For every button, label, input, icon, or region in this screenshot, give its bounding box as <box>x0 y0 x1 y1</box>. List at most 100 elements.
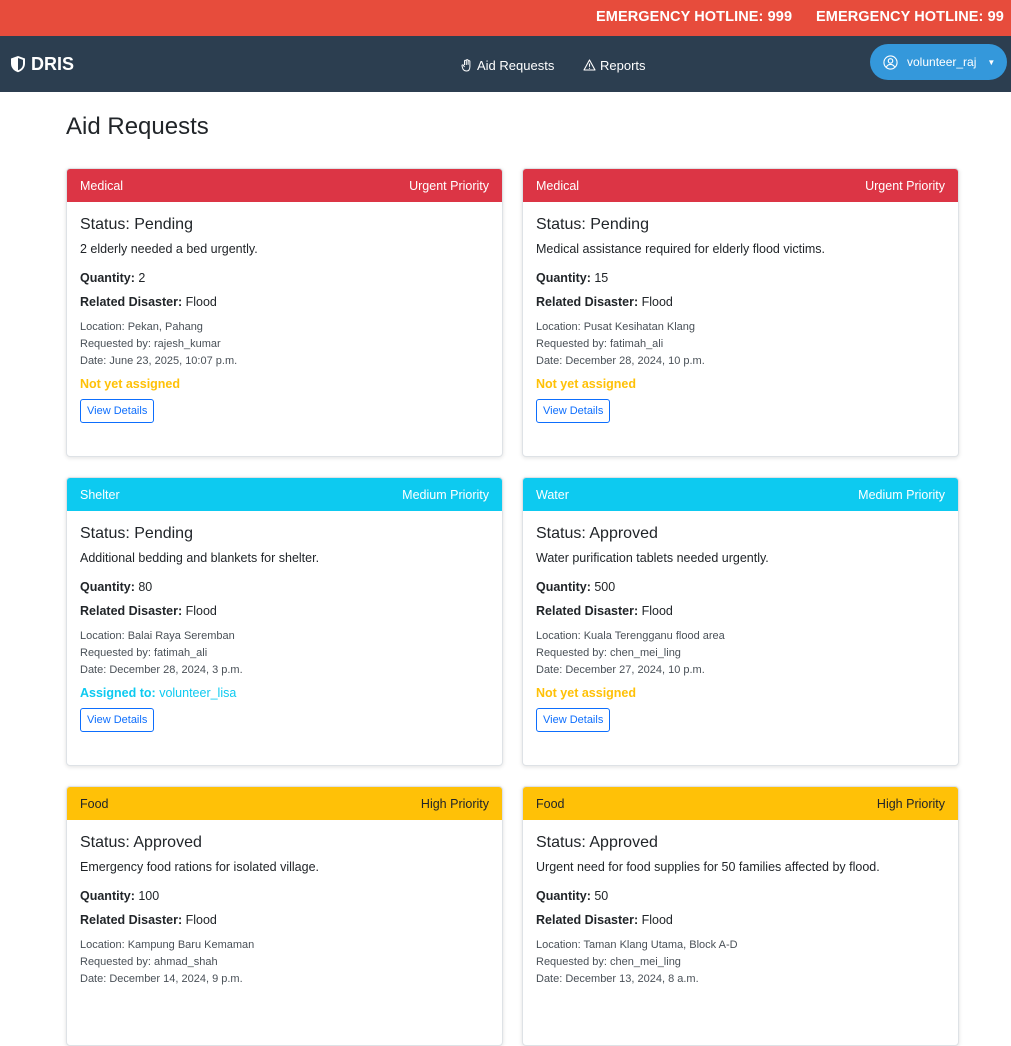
assignment-label: Not yet assigned <box>536 686 637 700</box>
disaster-label: Related Disaster: <box>536 604 642 618</box>
card-header: Food High Priority <box>67 787 502 820</box>
request-type: Shelter <box>80 487 120 502</box>
card-body: Status: Pending 2 elderly needed a bed u… <box>67 202 502 456</box>
quantity-value: 50 <box>594 889 609 903</box>
request-status: Status: Approved <box>536 525 658 542</box>
disaster-label: Related Disaster: <box>536 913 642 927</box>
request-requester: Requested by: fatimah_ali <box>536 338 664 350</box>
request-description: Water purification tablets needed urgent… <box>536 551 769 565</box>
priority-badge: High Priority <box>420 796 489 811</box>
request-location: Location: Balai Raya Seremban <box>80 630 235 642</box>
request-description: Additional bedding and blankets for shel… <box>80 551 320 565</box>
quantity-value: 500 <box>594 580 616 594</box>
request-location: Location: Pekan, Pahang <box>80 321 203 333</box>
aid-request-card: Medical Urgent Priority Status: Pending … <box>522 168 959 457</box>
quantity-value: 15 <box>594 271 609 285</box>
assignment-status: Assigned to: volunteer_lisa <box>80 686 489 700</box>
card-header: Shelter Medium Priority <box>67 478 502 511</box>
view-details-button[interactable]: View Details <box>536 708 611 732</box>
disaster-value: Flood <box>185 295 217 309</box>
request-status: Status: Pending <box>536 216 649 233</box>
card-header: Water Medium Priority <box>523 478 958 511</box>
priority-badge: High Priority <box>876 796 945 811</box>
aid-request-card: Food High Priority Status: Approved Emer… <box>66 786 503 1046</box>
caret-down-icon: ▼ <box>987 57 996 67</box>
priority-badge: Medium Priority <box>858 487 945 502</box>
card-header: Medical Urgent Priority <box>67 169 502 202</box>
username-label: volunteer_raj <box>907 55 977 69</box>
ticker-text-repeat: EMERGENCY HOTLINE: 99 <box>816 9 1004 25</box>
nav-reports-label: Reports <box>600 57 646 73</box>
quantity-row: Quantity: 2 <box>80 271 489 285</box>
disaster-label: Related Disaster: <box>536 295 642 309</box>
request-type: Food <box>536 796 565 811</box>
card-body: Status: Approved Water purification tabl… <box>523 511 958 765</box>
warning-icon <box>583 59 600 71</box>
disaster-row: Related Disaster: Flood <box>80 913 489 927</box>
page-title: Aid Requests <box>66 113 209 140</box>
disaster-value: Flood <box>641 913 673 927</box>
request-type: Water <box>536 487 569 502</box>
view-details-button[interactable]: View Details <box>536 399 611 423</box>
nav-aid-requests-label: Aid Requests <box>477 57 555 73</box>
disaster-value: Flood <box>185 604 217 618</box>
request-type: Medical <box>80 178 124 193</box>
quantity-row: Quantity: 50 <box>536 889 945 903</box>
quantity-label: Quantity: <box>536 580 595 594</box>
disaster-value: Flood <box>641 295 673 309</box>
request-status: Status: Pending <box>80 216 193 233</box>
view-details-button[interactable]: View Details <box>80 399 155 423</box>
shield-icon <box>10 55 31 73</box>
disaster-label: Related Disaster: <box>80 913 186 927</box>
assignee-name: volunteer_lisa <box>159 686 237 700</box>
quantity-label: Quantity: <box>536 271 595 285</box>
request-requester: Requested by: chen_mei_ling <box>536 647 681 659</box>
request-status: Status: Approved <box>536 834 658 851</box>
request-date: Date: December 27, 2024, 10 p.m. <box>536 664 705 676</box>
request-status: Status: Approved <box>80 834 202 851</box>
quantity-value: 80 <box>138 580 153 594</box>
request-location: Location: Taman Klang Utama, Block A-D <box>536 939 738 951</box>
emergency-ticker: EMERGENCY HOTLINE: 999 EMERGENCY HOTLINE… <box>0 0 1011 36</box>
assignment-label: Not yet assigned <box>80 377 181 391</box>
request-description: Medical assistance required for elderly … <box>536 242 826 256</box>
request-requester: Requested by: fatimah_ali <box>80 647 208 659</box>
aid-request-card: Water Medium Priority Status: Approved W… <box>522 477 959 766</box>
view-details-button[interactable]: View Details <box>80 708 155 732</box>
disaster-row: Related Disaster: Flood <box>80 604 489 618</box>
assignment-status: Not yet assigned <box>536 686 945 700</box>
nav-reports[interactable]: Reports <box>583 56 646 74</box>
priority-badge: Urgent Priority <box>409 178 489 193</box>
aid-request-card: Food High Priority Status: Approved Urge… <box>522 786 959 1046</box>
card-body: Status: Pending Additional bedding and b… <box>67 511 502 765</box>
disaster-value: Flood <box>185 913 217 927</box>
quantity-value: 2 <box>138 271 146 285</box>
request-description: Urgent need for food supplies for 50 fam… <box>536 860 880 874</box>
disaster-row: Related Disaster: Flood <box>536 913 945 927</box>
request-description: Emergency food rations for isolated vill… <box>80 860 320 874</box>
navbar: DRIS Aid Requests Reports volunteer_raj … <box>0 36 1011 92</box>
disaster-label: Related Disaster: <box>80 604 186 618</box>
aid-request-card: Shelter Medium Priority Status: Pending … <box>66 477 503 766</box>
priority-badge: Medium Priority <box>402 487 489 502</box>
assignment-status: Not yet assigned <box>536 377 945 391</box>
request-type: Medical <box>536 178 580 193</box>
disaster-row: Related Disaster: Flood <box>536 604 945 618</box>
user-circle-icon <box>883 54 898 70</box>
request-date: Date: December 14, 2024, 9 p.m. <box>80 973 243 985</box>
disaster-row: Related Disaster: Flood <box>536 295 945 309</box>
disaster-value: Flood <box>641 604 673 618</box>
nav-aid-requests[interactable]: Aid Requests <box>461 56 554 74</box>
card-header: Food High Priority <box>523 787 958 820</box>
hand-icon <box>461 58 477 72</box>
card-header: Medical Urgent Priority <box>523 169 958 202</box>
brand-logo[interactable]: DRIS <box>10 52 74 76</box>
quantity-row: Quantity: 15 <box>536 271 945 285</box>
quantity-row: Quantity: 500 <box>536 580 945 594</box>
request-location: Location: Kampung Baru Kemaman <box>80 939 255 951</box>
request-location: Location: Kuala Terengganu flood area <box>536 630 725 642</box>
request-date: Date: December 28, 2024, 3 p.m. <box>80 664 243 676</box>
brand-name: DRIS <box>31 53 75 74</box>
request-requester: Requested by: rajesh_kumar <box>80 338 221 350</box>
user-menu-button[interactable]: volunteer_raj ▼ <box>870 44 1007 80</box>
